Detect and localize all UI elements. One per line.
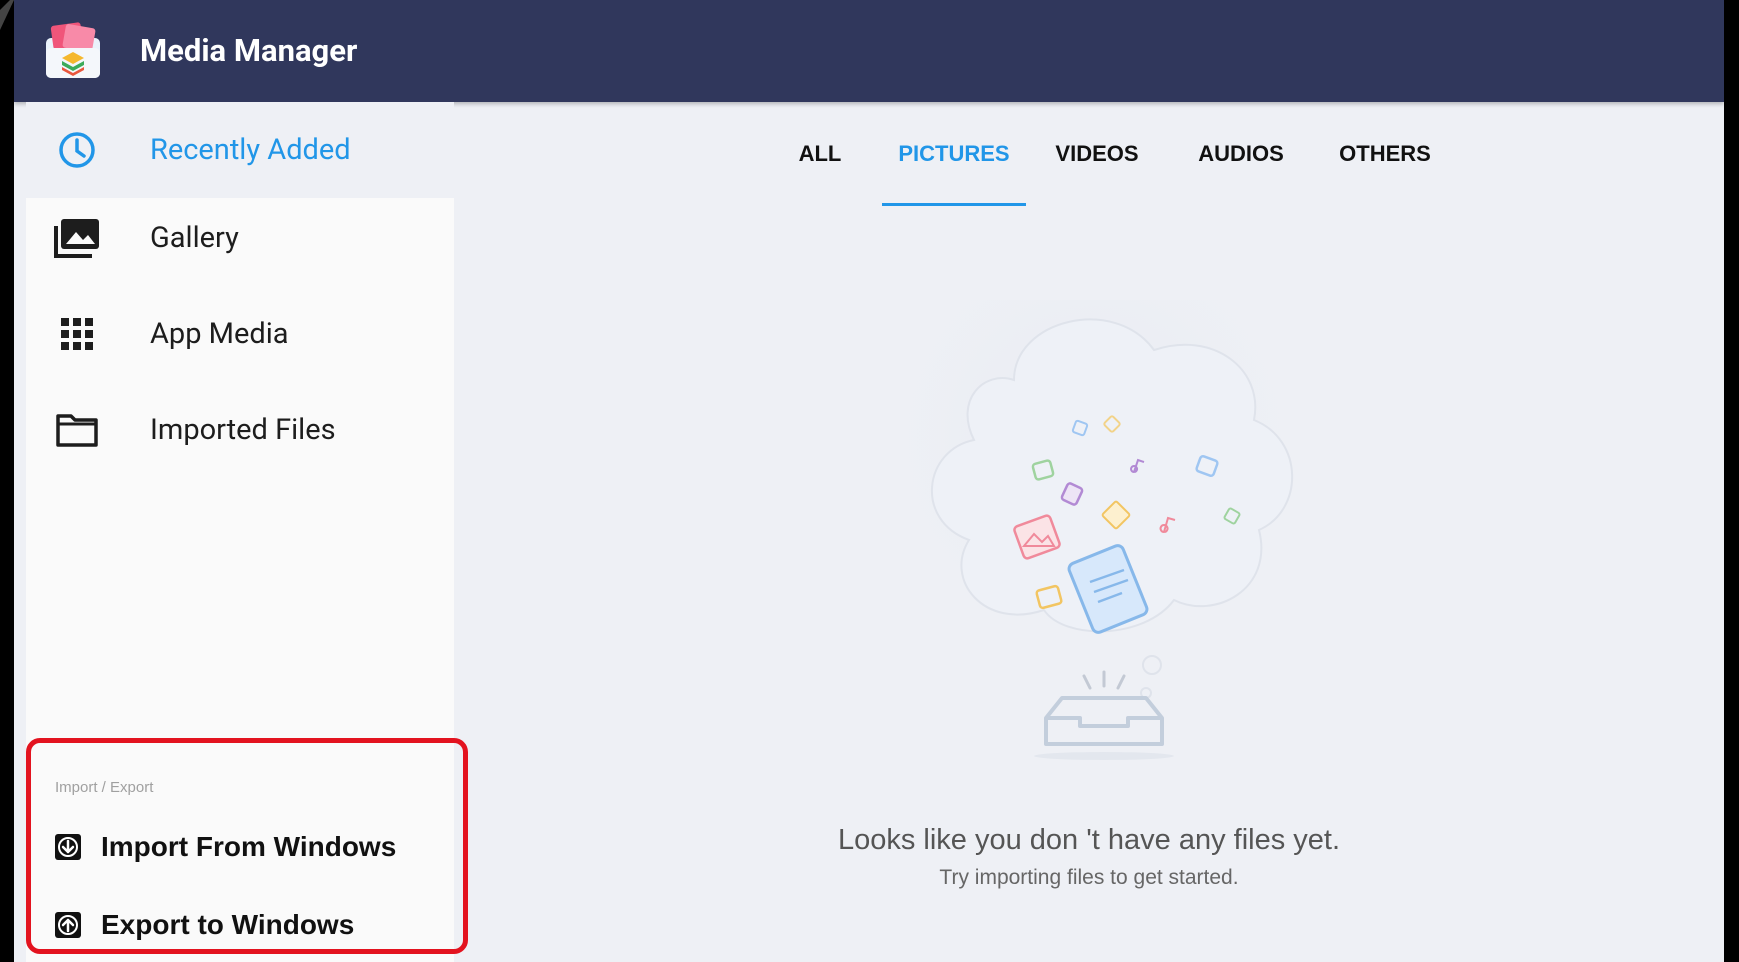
app-title: Media Manager xyxy=(140,32,358,69)
app-header: Media Manager xyxy=(14,0,1724,102)
sidebar-item-label: Gallery xyxy=(150,221,239,255)
tab-all[interactable]: ALL xyxy=(782,102,858,206)
grid-icon xyxy=(52,309,102,359)
import-from-windows-button[interactable]: Import From Windows xyxy=(31,817,461,877)
sidebar-item-label: App Media xyxy=(150,317,289,351)
tab-others[interactable]: OTHERS xyxy=(1326,102,1444,206)
sidebar-item-imported-files[interactable]: Imported Files xyxy=(26,382,454,478)
export-icon xyxy=(55,912,81,938)
import-icon xyxy=(55,834,81,860)
tab-videos[interactable]: VIDEOS xyxy=(1038,102,1156,206)
sidebar-item-recently-added[interactable]: Recently Added xyxy=(26,102,454,198)
clock-icon xyxy=(52,125,102,175)
import-export-heading: Import / Export xyxy=(55,779,154,796)
media-manager-logo xyxy=(46,22,100,78)
empty-state-subtitle: Try importing files to get started. xyxy=(939,866,1239,889)
import-export-section: Import / Export Import From Windows Expo… xyxy=(26,738,468,954)
import-label: Import From Windows xyxy=(101,831,397,862)
sidebar-item-gallery[interactable]: Gallery xyxy=(26,190,454,286)
sidebar-item-label: Imported Files xyxy=(150,413,336,447)
export-to-windows-button[interactable]: Export to Windows xyxy=(31,895,461,955)
empty-state-title: Looks like you don 't have any files yet… xyxy=(837,824,1341,856)
folder-icon xyxy=(52,405,102,455)
gallery-icon xyxy=(52,213,102,263)
media-type-tabs: ALL PICTURES VIDEOS AUDIOS OTHERS xyxy=(454,102,1724,206)
tab-pictures[interactable]: PICTURES xyxy=(882,102,1026,206)
export-label: Export to Windows xyxy=(101,909,355,940)
tab-audios[interactable]: AUDIOS xyxy=(1182,102,1300,206)
media-manager-window: Media Manager Recently Added Gallery App… xyxy=(14,0,1724,962)
sidebar-item-app-media[interactable]: App Media xyxy=(26,286,454,382)
empty-state-illustration xyxy=(844,300,1344,760)
sidebar-item-label: Recently Added xyxy=(150,133,351,167)
window-corner-mark xyxy=(0,0,14,30)
